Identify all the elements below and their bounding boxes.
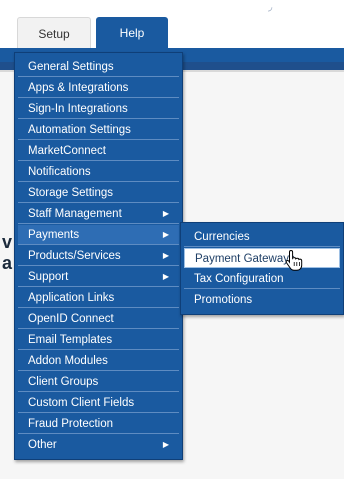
menu-item-staff-management[interactable]: Staff Management ▶	[18, 204, 179, 224]
setup-dropdown-menu: General Settings Apps & Integrations Sig…	[14, 52, 183, 460]
menu-item-label: Support	[28, 271, 69, 283]
menu-item-label: Application Links	[28, 292, 115, 304]
menu-item-label: Products/Services	[28, 250, 121, 262]
menu-item-other[interactable]: Other ▶	[18, 435, 179, 455]
menu-item-label: General Settings	[28, 61, 114, 73]
menu-item-label: Email Templates	[28, 334, 113, 346]
submenu-item-label: Tax Configuration	[194, 273, 284, 285]
menu-item-apps-integrations[interactable]: Apps & Integrations	[18, 78, 179, 98]
tab-help[interactable]: Help	[96, 17, 168, 49]
menu-item-custom-client-fields[interactable]: Custom Client Fields	[18, 393, 179, 413]
menu-item-label: Client Groups	[28, 376, 99, 388]
submenu-arrow-icon: ▶	[162, 272, 169, 281]
submenu-item-label: Payment Gateways	[195, 253, 295, 265]
search-hint-icon: ◞	[268, 1, 273, 13]
menu-item-label: OpenID Connect	[28, 313, 114, 325]
menu-item-label: Apps & Integrations	[28, 82, 129, 94]
menu-item-email-templates[interactable]: Email Templates	[18, 330, 179, 350]
submenu-item-label: Currencies	[194, 231, 250, 243]
menu-item-support[interactable]: Support ▶	[18, 267, 179, 287]
menu-item-general-settings[interactable]: General Settings	[18, 57, 179, 77]
menu-item-label: Staff Management	[28, 208, 122, 220]
menu-item-sign-in-integrations[interactable]: Sign-In Integrations	[18, 99, 179, 119]
menu-item-openid-connect[interactable]: OpenID Connect	[18, 309, 179, 329]
hand-pointer-cursor-icon	[285, 249, 303, 271]
submenu-item-payment-gateways[interactable]: Payment Gateways	[184, 248, 340, 268]
submenu-item-label: Promotions	[194, 294, 253, 306]
menu-item-addon-modules[interactable]: Addon Modules	[18, 351, 179, 371]
menu-item-client-groups[interactable]: Client Groups	[18, 372, 179, 392]
menu-item-label: Payments	[28, 229, 80, 241]
submenu-arrow-icon: ▶	[162, 209, 169, 218]
submenu-item-promotions[interactable]: Promotions	[184, 290, 340, 310]
menu-item-label: Other	[28, 439, 57, 451]
menu-item-label: Addon Modules	[28, 355, 108, 367]
menu-item-label: Notifications	[28, 166, 91, 178]
menu-item-application-links[interactable]: Application Links	[18, 288, 179, 308]
submenu-arrow-icon: ▶	[162, 230, 169, 239]
payments-submenu: Currencies Payment Gateways Tax Configur…	[180, 222, 344, 315]
menu-item-label: Custom Client Fields	[28, 397, 135, 409]
menu-item-products-services[interactable]: Products/Services ▶	[18, 246, 179, 266]
menu-item-label: Sign-In Integrations	[28, 103, 128, 115]
menu-item-label: Fraud Protection	[28, 418, 114, 430]
submenu-arrow-icon: ▶	[162, 251, 169, 260]
submenu-arrow-icon: ▶	[162, 440, 169, 449]
menu-item-fraud-protection[interactable]: Fraud Protection	[18, 414, 179, 434]
tab-setup[interactable]: Setup	[17, 17, 91, 49]
menu-item-label: MarketConnect	[28, 145, 106, 157]
menu-item-notifications[interactable]: Notifications	[18, 162, 179, 182]
menu-item-payments[interactable]: Payments ▶	[18, 225, 179, 245]
menu-item-label: Automation Settings	[28, 124, 131, 136]
menu-item-marketconnect[interactable]: MarketConnect	[18, 141, 179, 161]
submenu-item-currencies[interactable]: Currencies	[184, 227, 340, 247]
menu-item-automation-settings[interactable]: Automation Settings	[18, 120, 179, 140]
menu-item-label: Storage Settings	[28, 187, 114, 199]
submenu-item-tax-configuration[interactable]: Tax Configuration	[184, 269, 340, 289]
menu-item-storage-settings[interactable]: Storage Settings	[18, 183, 179, 203]
